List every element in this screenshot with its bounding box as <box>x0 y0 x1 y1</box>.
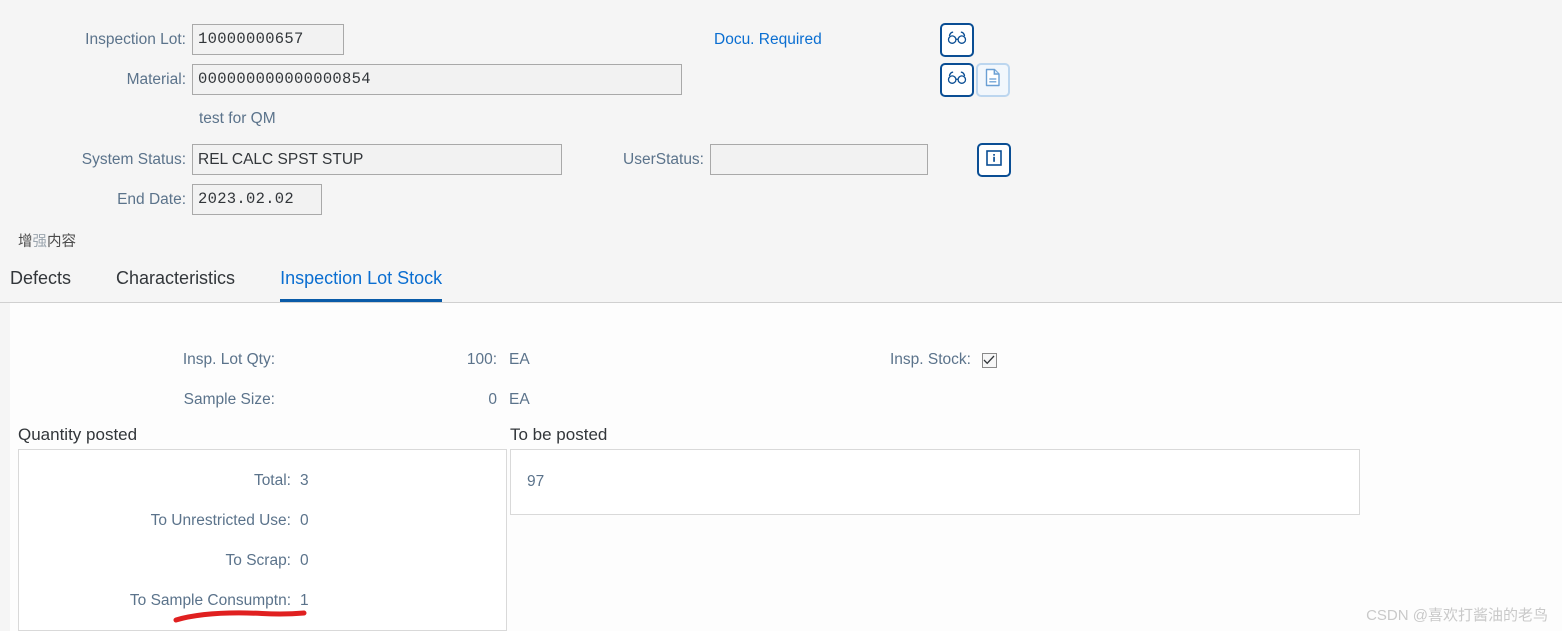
document-icon <box>985 68 1001 92</box>
docu-required-link[interactable]: Docu. Required <box>714 31 822 49</box>
total-row: Total: 3 <box>19 472 479 490</box>
end-date-input[interactable]: 2023.02.02 <box>192 184 322 215</box>
display-lot-button-wrap <box>940 23 974 57</box>
material-description: test for QM <box>199 110 276 127</box>
system-status-input[interactable]: REL CALC SPST STUP <box>192 144 562 175</box>
material-row: Material: 000000000000000854 <box>74 64 682 95</box>
status-info-button[interactable] <box>977 143 1011 177</box>
user-status-row: UserStatus: <box>614 144 928 175</box>
quantity-posted-title: Quantity posted <box>18 425 138 444</box>
inspection-lot-stock-panel: Insp. Lot Qty: 100: EA Insp. Stock: Samp… <box>10 303 1562 631</box>
unrestricted-use-value: 0 <box>300 512 309 529</box>
system-status-row: System Status: REL CALC SPST STUP <box>74 144 562 175</box>
to-be-posted-title: To be posted <box>510 425 608 444</box>
sample-consumption-value: 1 <box>300 592 309 609</box>
sample-size-label: Sample Size: <box>183 391 275 408</box>
tab-inspection-lot-stock[interactable]: Inspection Lot Stock <box>280 268 443 302</box>
scrap-label: To Scrap: <box>225 552 291 569</box>
insp-lot-qty-unit: EA <box>509 351 530 368</box>
info-icon <box>985 149 1003 172</box>
scrap-value: 0 <box>300 552 309 569</box>
material-description-row: test for QM <box>199 110 276 128</box>
tab-bar: Defects Characteristics Inspection Lot S… <box>0 262 1562 303</box>
material-actions <box>940 63 1010 97</box>
inspection-lot-label: Inspection Lot: <box>85 30 186 48</box>
insp-lot-qty-label: Insp. Lot Qty: <box>182 351 275 368</box>
sap-inspection-lot-screen: Inspection Lot: 10000000657 Docu. Requir… <box>0 0 1562 631</box>
docu-required-row: Docu. Required <box>714 31 822 49</box>
display-lot-button[interactable] <box>940 23 974 57</box>
sample-consumption-row: To Sample Consumptn: 1 <box>19 592 479 610</box>
display-material-button[interactable] <box>940 63 974 97</box>
status-info-wrap <box>977 143 1011 177</box>
to-be-posted-value[interactable]: 97 <box>527 473 544 491</box>
insp-stock-row: Insp. Stock: <box>890 351 997 369</box>
quantity-posted-box: Total: 3 To Unrestricted Use: 0 To Scrap… <box>18 449 507 631</box>
material-input[interactable]: 000000000000000854 <box>192 64 682 95</box>
end-date-label: End Date: <box>117 190 186 208</box>
tab-defects[interactable]: Defects <box>10 268 71 302</box>
user-status-label: UserStatus: <box>623 150 704 168</box>
scrap-row: To Scrap: 0 <box>19 552 479 570</box>
enhanced-content-suffix: 内容 <box>47 234 76 250</box>
insp-stock-label: Insp. Stock: <box>890 351 971 368</box>
tab-characteristics[interactable]: Characteristics <box>116 268 235 302</box>
enhanced-content-prefix: 增 <box>18 234 33 250</box>
glasses-icon <box>947 31 967 50</box>
insp-lot-qty-row: Insp. Lot Qty: 100: EA <box>10 351 530 369</box>
unrestricted-use-label: To Unrestricted Use: <box>150 512 291 529</box>
unrestricted-use-row: To Unrestricted Use: 0 <box>19 512 479 530</box>
material-label: Material: <box>126 70 186 88</box>
end-date-row: End Date: 2023.02.02 <box>74 184 322 215</box>
enhanced-content-caption: 增强内容 <box>18 230 76 251</box>
sample-size-value: 0 <box>488 391 497 408</box>
insp-stock-checkbox[interactable] <box>981 352 997 368</box>
user-status-input[interactable] <box>710 144 928 175</box>
sample-consumption-label: To Sample Consumptn: <box>129 592 291 609</box>
inspection-lot-row: Inspection Lot: 10000000657 <box>74 24 344 55</box>
glasses-icon <box>947 71 967 90</box>
material-document-button[interactable] <box>976 63 1010 97</box>
csdn-watermark: CSDN @喜欢打酱油的老鸟 <box>1366 607 1548 624</box>
enhanced-content-dim: 强 <box>32 234 48 250</box>
sample-size-row: Sample Size: 0 EA <box>10 391 530 409</box>
inspection-lot-input[interactable]: 10000000657 <box>192 24 344 55</box>
sample-size-unit: EA <box>509 391 530 408</box>
total-label: Total: <box>253 472 291 489</box>
checkmark-icon <box>983 355 995 365</box>
system-status-label: System Status: <box>81 150 186 168</box>
header-form: Inspection Lot: 10000000657 Docu. Requir… <box>0 0 1562 262</box>
to-be-posted-box: 97 <box>510 449 1360 515</box>
insp-lot-qty-value: 100: <box>466 351 497 368</box>
total-value: 3 <box>300 472 309 489</box>
